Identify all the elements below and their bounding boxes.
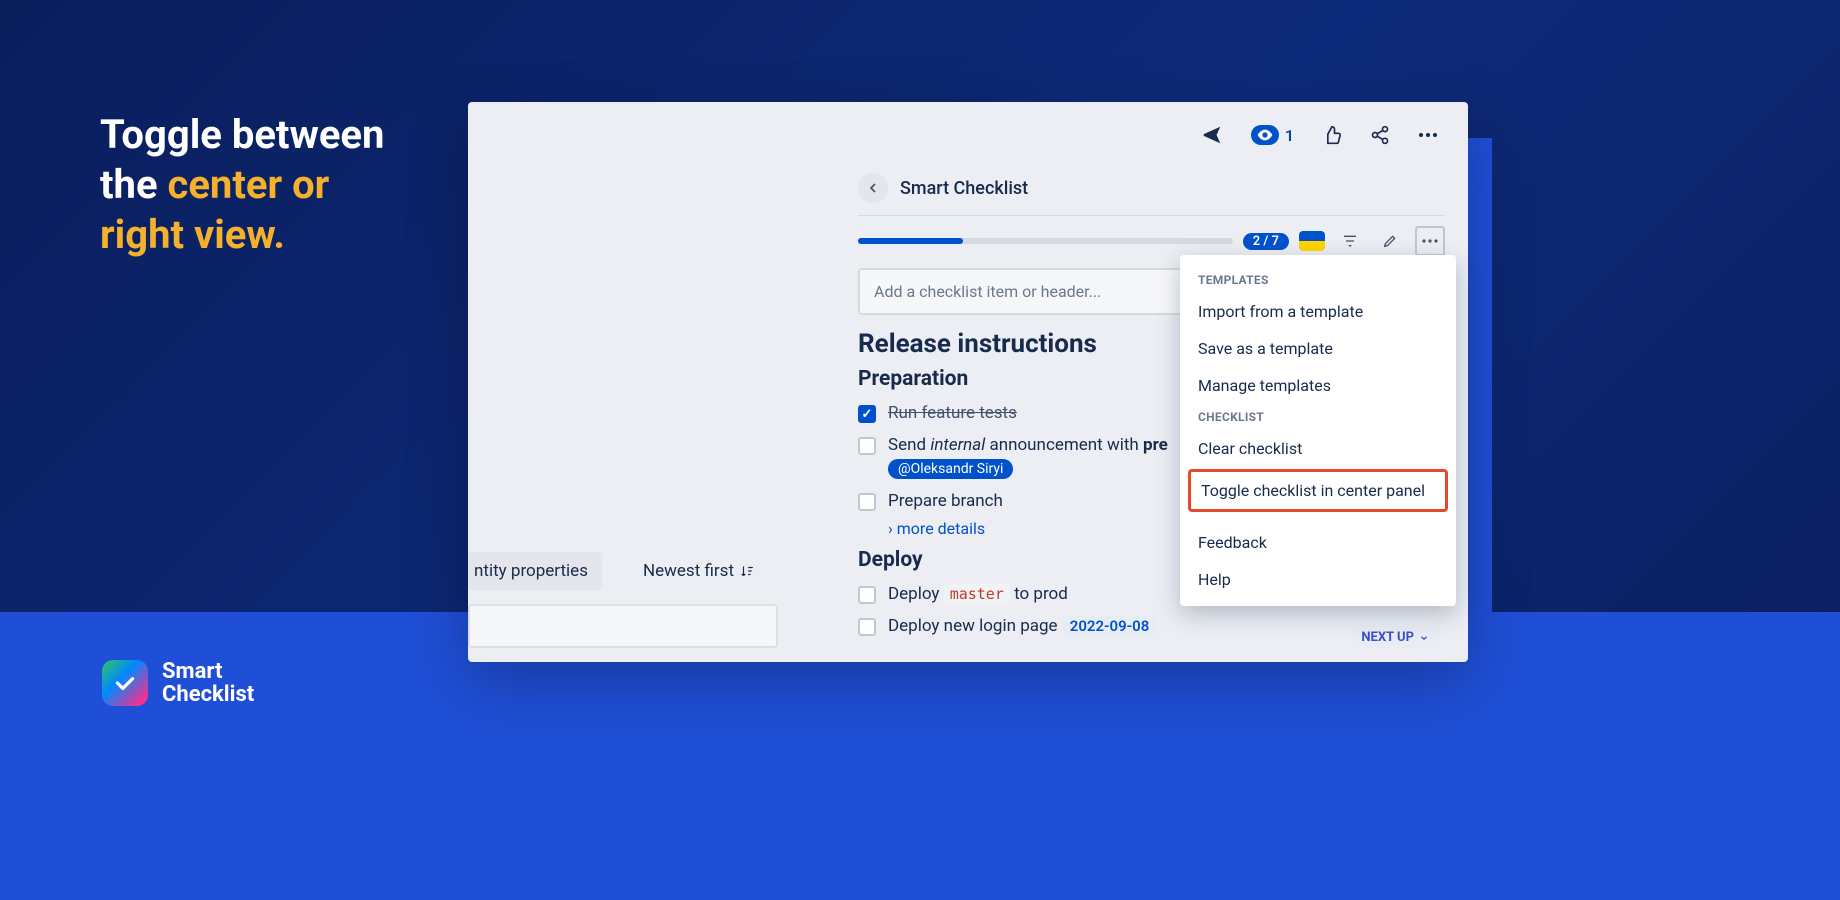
item-label: Deploy new login page — [888, 616, 1058, 636]
arrow-left-icon — [865, 180, 881, 196]
sort-newest-first[interactable]: Newest first — [643, 561, 754, 581]
menu-save-template[interactable]: Save as a template — [1180, 330, 1456, 367]
menu-help[interactable]: Help — [1180, 561, 1456, 598]
progress-bar — [858, 238, 1233, 244]
brand-logo: Smart Checklist — [102, 660, 254, 706]
hero-headline: Toggle between the center or right view. — [100, 110, 384, 260]
checklist-more-icon[interactable] — [1415, 226, 1445, 256]
mention-pill[interactable]: @Oleksandr Siryi — [888, 459, 1013, 479]
next-up-button[interactable]: NEXT UP — [1351, 626, 1439, 649]
filter-icon[interactable] — [1335, 226, 1365, 256]
menu-toggle-highlight: Toggle checklist in center panel — [1188, 469, 1448, 512]
hero-line2-accent: center or — [167, 161, 329, 208]
text: to prod — [1010, 584, 1068, 604]
text: announcement with — [985, 435, 1143, 455]
checklist-actions-dropdown: TEMPLATES Import from a template Save as… — [1180, 255, 1456, 606]
watch-count: 1 — [1285, 126, 1294, 145]
text-bold: pre — [1143, 435, 1168, 455]
add-placeholder: Add a checklist item or header... — [874, 282, 1101, 301]
panel-title: Smart Checklist — [900, 178, 1028, 199]
menu-toggle-center-panel[interactable]: Toggle checklist in center panel — [1191, 472, 1445, 509]
menu-feedback[interactable]: Feedback — [1180, 524, 1456, 561]
date-chip: 2022-09-08 — [1062, 615, 1158, 637]
watchers-button[interactable]: 1 — [1251, 125, 1294, 145]
edit-icon[interactable] — [1375, 226, 1405, 256]
progress-fill — [858, 238, 963, 244]
menu-import-template[interactable]: Import from a template — [1180, 293, 1456, 330]
hero-line1: Toggle between — [100, 111, 384, 158]
next-up-label: NEXT UP — [1361, 630, 1414, 645]
hero-line2-prefix: the — [100, 161, 167, 208]
dropdown-header-checklist: CHECKLIST — [1180, 404, 1456, 430]
back-button[interactable] — [858, 173, 888, 203]
checkbox-checked[interactable] — [858, 405, 876, 423]
checkbox[interactable] — [858, 618, 876, 636]
sort-icon — [740, 564, 754, 578]
brand-name: Smart Checklist — [162, 660, 254, 706]
like-icon[interactable] — [1322, 125, 1342, 145]
menu-clear-checklist[interactable]: Clear checklist — [1180, 430, 1456, 467]
item-run-tests-label: Run feature tests — [888, 403, 1017, 423]
brand-name-line2: Checklist — [162, 683, 254, 706]
divider — [858, 215, 1445, 216]
code-chip: master — [944, 584, 1010, 604]
checkbox[interactable] — [858, 493, 876, 511]
eye-icon — [1251, 125, 1279, 145]
issue-toolbar: 1 — [1201, 124, 1438, 146]
chevron-down-icon — [1419, 633, 1429, 643]
progress-count-badge: 2 / 7 — [1243, 233, 1289, 250]
text: Deploy — [888, 584, 944, 604]
hero-line3-accent: right view. — [100, 211, 285, 258]
brand-name-line1: Smart — [162, 660, 254, 683]
more-actions-icon[interactable] — [1418, 132, 1438, 138]
comment-input[interactable] — [468, 604, 778, 648]
menu-manage-templates[interactable]: Manage templates — [1180, 367, 1456, 404]
checkbox[interactable] — [858, 586, 876, 604]
share-icon[interactable] — [1370, 125, 1390, 145]
item-label: Prepare branch — [888, 491, 1003, 511]
brand-mark-icon — [102, 660, 148, 706]
ukraine-flag-badge — [1299, 231, 1325, 251]
checkbox[interactable] — [858, 437, 876, 455]
text: Send — [888, 435, 930, 455]
feedback-icon[interactable] — [1201, 124, 1223, 146]
sort-label: Newest first — [643, 561, 734, 581]
text-italic: internal — [930, 435, 985, 455]
entity-properties-chip[interactable]: ntity properties — [468, 552, 602, 590]
dropdown-header-templates: TEMPLATES — [1180, 267, 1456, 293]
